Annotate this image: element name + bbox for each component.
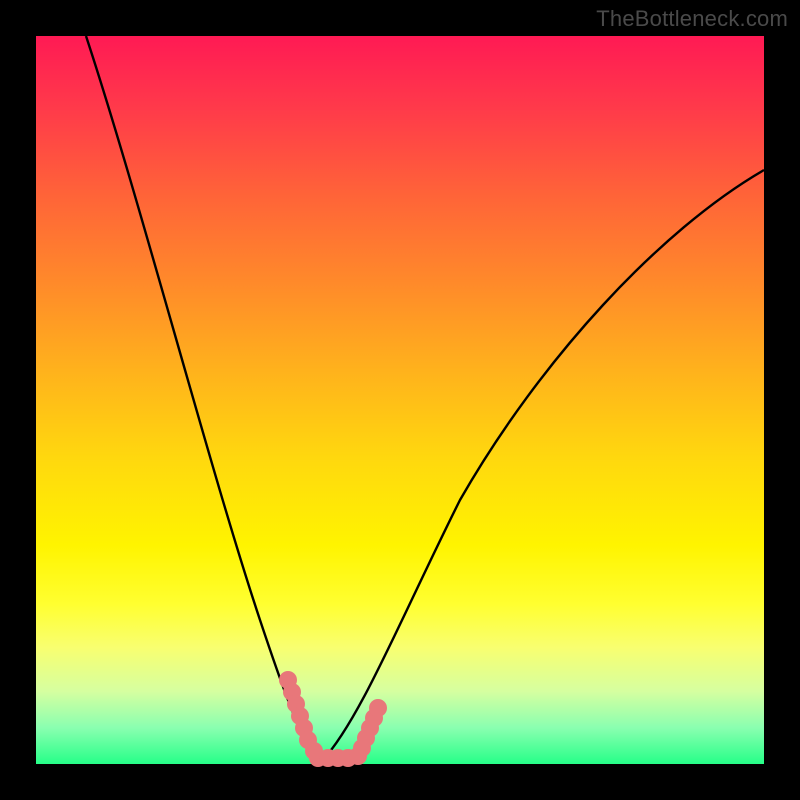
- plot-area: [36, 36, 764, 764]
- chart-frame: TheBottleneck.com: [0, 0, 800, 800]
- watermark-text: TheBottleneck.com: [596, 6, 788, 32]
